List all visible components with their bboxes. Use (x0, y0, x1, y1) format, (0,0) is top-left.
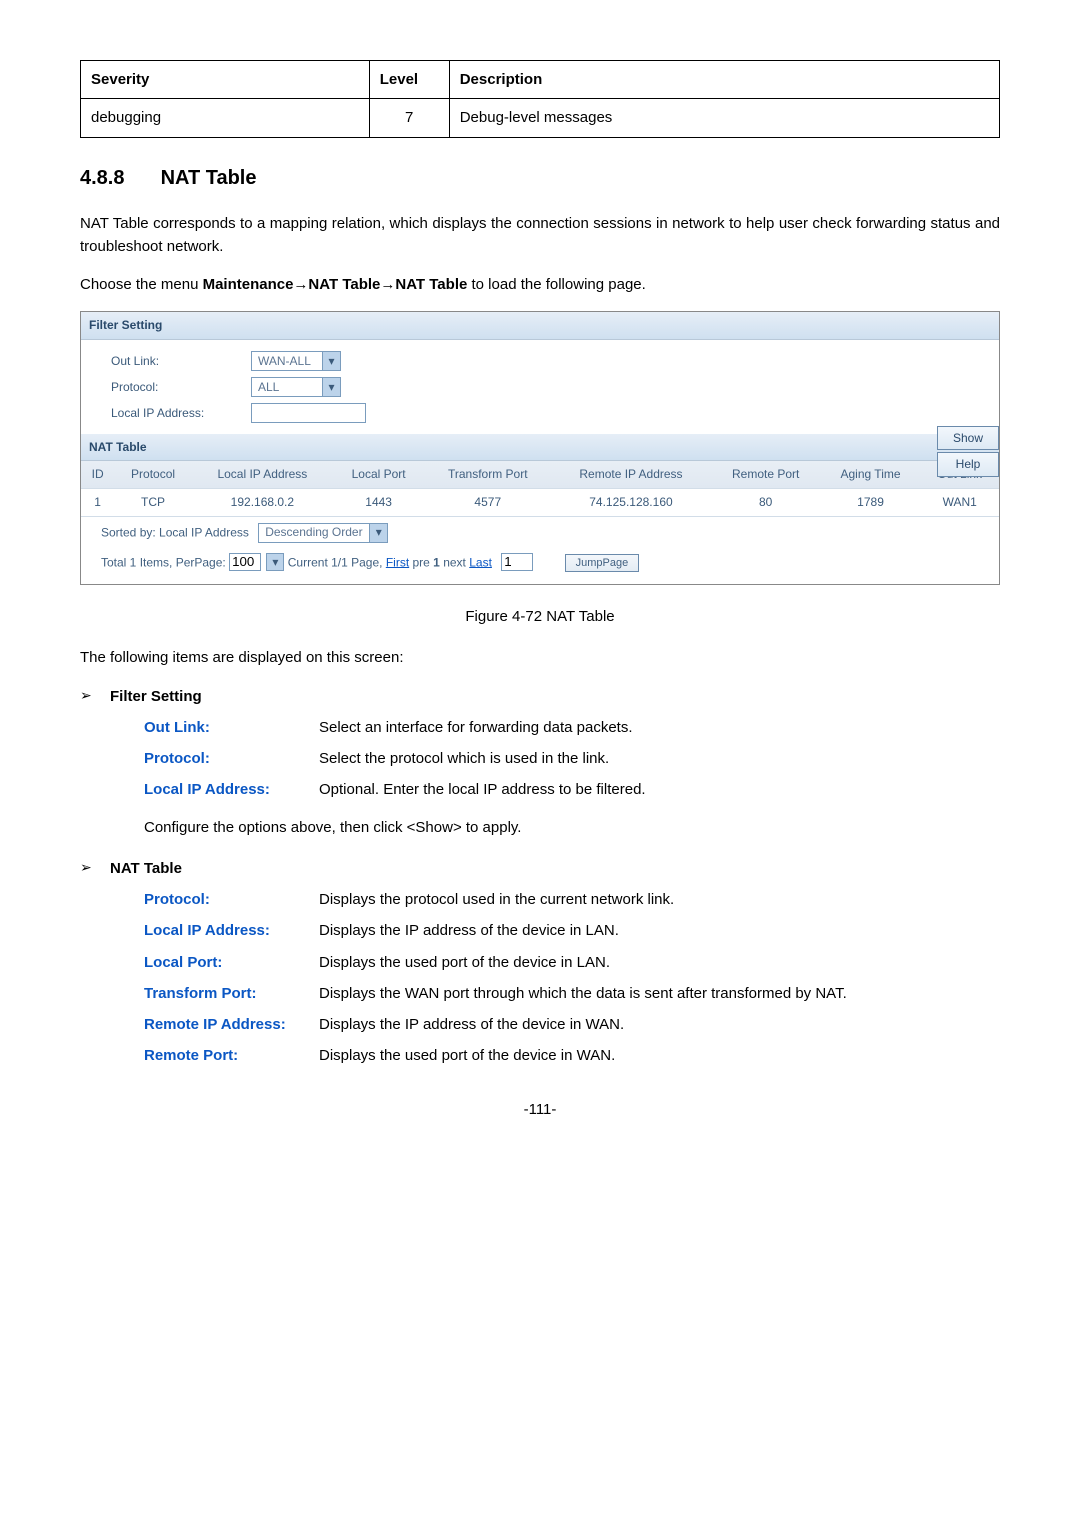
severity-table: Severity Level Description debugging 7 D… (80, 60, 1000, 138)
chevron-down-icon: ▾ (322, 378, 340, 396)
td-local-ip: 192.168.0.2 (192, 489, 333, 517)
th-id: ID (81, 461, 114, 488)
nat-data-table: ID Protocol Local IP Address Local Port … (81, 461, 999, 516)
out-link-value: WAN-ALL (252, 352, 322, 371)
bullet-label: NAT Table (110, 857, 182, 880)
jump-page-button[interactable]: JumpPage (565, 554, 640, 572)
pager-current: Current 1/1 Page, (288, 555, 386, 569)
def-nat-remote-port-desc: Displays the used port of the device in … (319, 1044, 1000, 1067)
th-protocol: Protocol (114, 461, 192, 488)
td-remote-port: 80 (711, 489, 821, 517)
def-local-ip-label: Local IP Address: (144, 778, 319, 801)
protocol-label: Protocol: (111, 378, 251, 397)
pre-text: pre (409, 555, 433, 569)
def-out-link-desc: Select an interface for forwarding data … (319, 716, 1000, 739)
col-description: Description (449, 61, 999, 99)
def-nat-protocol-desc: Displays the protocol used in the curren… (319, 888, 1000, 911)
def-nat-protocol-label: Protocol: (144, 888, 319, 911)
last-link[interactable]: Last (469, 555, 492, 569)
first-link[interactable]: First (386, 555, 409, 569)
out-link-select[interactable]: WAN-ALL ▾ (251, 351, 341, 371)
bullet-label: Filter Setting (110, 685, 202, 708)
def-nat-remote-port-label: Remote Port: (144, 1044, 319, 1067)
def-nat-local-port-desc: Displays the used port of the device in … (319, 951, 1000, 974)
bullet-filter-setting: ➢ Filter Setting (80, 685, 1000, 708)
menu-path: Maintenance→NAT Table→NAT Table (203, 276, 468, 293)
protocol-select[interactable]: ALL ▾ (251, 377, 341, 397)
td-out-link: WAN1 (920, 489, 999, 517)
cell-level: 7 (369, 99, 449, 137)
local-ip-input[interactable] (251, 403, 366, 423)
def-nat-local-ip-label: Local IP Address: (144, 919, 319, 942)
def-out-link-label: Out Link: (144, 716, 319, 739)
def-protocol-desc: Select the protocol which is used in the… (319, 747, 1000, 770)
sort-line: Sorted by: Local IP Address Descending O… (81, 517, 999, 549)
def-nat-remote-ip-label: Remote IP Address: (144, 1013, 319, 1036)
per-page-input[interactable] (229, 553, 261, 571)
chevron-down-icon[interactable]: ▾ (266, 553, 284, 571)
cell-severity: debugging (81, 99, 370, 137)
td-local-port: 1443 (333, 489, 424, 517)
th-transform-port: Transform Port (424, 461, 551, 488)
def-nat-transform-port-desc: Displays the WAN port through which the … (319, 982, 1000, 1005)
menu-suffix: to load the following page. (467, 276, 645, 293)
sort-prefix: Sorted by: Local IP Address (101, 525, 249, 539)
bullet-nat-table: ➢ NAT Table (80, 857, 1000, 880)
filter-setting-bar: Filter Setting (81, 312, 999, 340)
cell-description: Debug-level messages (449, 99, 999, 137)
th-local-port: Local Port (333, 461, 424, 488)
next-text: next (440, 555, 469, 569)
page-number-current: 1 (433, 555, 440, 569)
col-severity: Severity (81, 61, 370, 99)
section-title: NAT Table (161, 167, 257, 189)
out-link-label: Out Link: (111, 352, 251, 371)
th-aging: Aging Time (821, 461, 921, 488)
pager: Total 1 Items, PerPage: ▾ Current 1/1 Pa… (81, 549, 999, 573)
sort-order-select[interactable]: Descending Order ▾ (258, 523, 388, 543)
protocol-value: ALL (252, 378, 322, 397)
page-number: -111- (80, 1098, 1000, 1121)
def-nat-remote-ip-desc: Displays the IP address of the device in… (319, 1013, 1000, 1036)
def-local-ip-desc: Optional. Enter the local IP address to … (319, 778, 1000, 801)
td-id: 1 (81, 489, 114, 517)
def-protocol-label: Protocol: (144, 747, 319, 770)
show-button[interactable]: Show (937, 426, 999, 451)
td-remote-ip: 74.125.128.160 (551, 489, 711, 517)
def-nat-transform-port-label: Transform Port: (144, 982, 319, 1005)
menu-prefix: Choose the menu (80, 276, 203, 293)
intro-paragraph: NAT Table corresponds to a mapping relat… (80, 212, 1000, 259)
td-transform-port: 4577 (424, 489, 551, 517)
page-input[interactable] (501, 553, 533, 571)
table-row: 1 TCP 192.168.0.2 1443 4577 74.125.128.1… (81, 489, 999, 517)
col-level: Level (369, 61, 449, 99)
display-intro: The following items are displayed on thi… (80, 646, 1000, 669)
chevron-right-icon: ➢ (80, 857, 110, 880)
chevron-right-icon: ➢ (80, 685, 110, 708)
th-remote-port: Remote Port (711, 461, 821, 488)
td-protocol: TCP (114, 489, 192, 517)
def-nat-local-ip-desc: Displays the IP address of the device in… (319, 919, 1000, 942)
th-local-ip: Local IP Address (192, 461, 333, 488)
pager-total: Total 1 Items, PerPage: (101, 555, 226, 569)
config-note: Configure the options above, then click … (144, 816, 1000, 839)
td-aging: 1789 (821, 489, 921, 517)
chevron-down-icon: ▾ (369, 524, 387, 542)
section-number: 4.8.8 (80, 163, 155, 194)
sort-order-value: Descending Order (259, 523, 369, 542)
table-row: debugging 7 Debug-level messages (81, 99, 1000, 137)
nat-table-screenshot: Filter Setting Out Link: WAN-ALL ▾ Proto… (80, 311, 1000, 585)
figure-caption: Figure 4-72 NAT Table (80, 605, 1000, 628)
nat-table-bar: NAT Table (81, 434, 999, 462)
section-heading: 4.8.8 NAT Table (80, 163, 1000, 194)
menu-sentence: Choose the menu Maintenance→NAT Table→NA… (80, 273, 1000, 296)
help-button[interactable]: Help (937, 452, 999, 477)
def-nat-local-port-label: Local Port: (144, 951, 319, 974)
local-ip-label: Local IP Address: (111, 404, 251, 423)
chevron-down-icon: ▾ (322, 352, 340, 370)
th-remote-ip: Remote IP Address (551, 461, 711, 488)
